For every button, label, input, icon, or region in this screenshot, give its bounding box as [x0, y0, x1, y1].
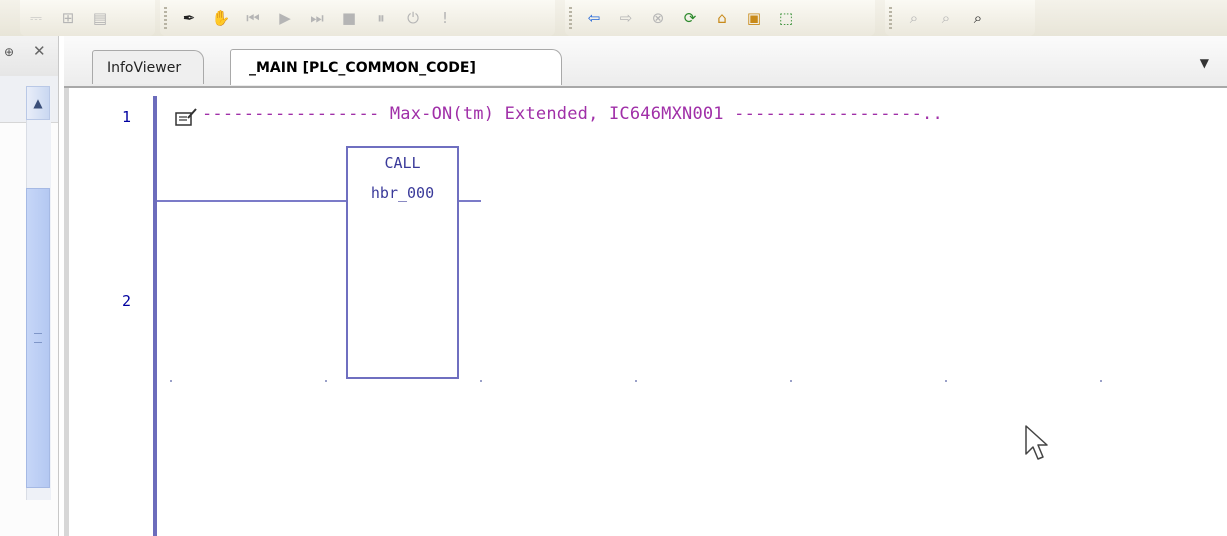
refresh-icon[interactable]: ⟳ [679, 7, 701, 29]
toolbar-grip[interactable] [164, 7, 167, 29]
close-icon[interactable]: ✕ [33, 42, 46, 60]
find-next-icon[interactable]: ⌕ [935, 7, 957, 29]
toolbar-group-run: ✒ ✋ ⏮ ▶ ⏭ ■ ⏸ ⏻ ! [160, 0, 555, 36]
tab-main[interactable]: _MAIN [PLC_COMMON_CODE] [230, 49, 562, 85]
toolbar-grip[interactable] [889, 7, 892, 29]
rewind-icon[interactable]: ⏮ [242, 7, 264, 29]
toolbar-group-edit: ⎓ ⊞ ▤ [20, 0, 155, 36]
play-icon[interactable]: ▶ [274, 7, 296, 29]
exclaim-icon[interactable]: ! [434, 7, 456, 29]
cancel-icon[interactable]: ⊗ [647, 7, 669, 29]
pin-icon[interactable]: ⊕ [4, 45, 14, 59]
stop-icon[interactable]: ■ [338, 7, 360, 29]
left-power-rail [153, 96, 157, 536]
new-rung-icon[interactable]: ⎓ [25, 7, 47, 29]
comment-icon[interactable] [175, 108, 197, 128]
grid-dot [325, 380, 327, 382]
rung-comment[interactable]: ----------------- Max-ON(tm) Extended, I… [202, 104, 943, 124]
toolbar-group-find: ⌕ ⌕ ⌕ [885, 0, 1035, 36]
thumb-grip [34, 333, 42, 343]
toolbar-group-nav: ⇦ ⇨ ⊗ ⟳ ⌂ ▣ ⬚ [565, 0, 875, 36]
grid-dot [1100, 380, 1102, 382]
find-replace-icon[interactable]: ⌕ [967, 7, 989, 29]
home-icon[interactable]: ⌂ [711, 7, 733, 29]
scroll-up-button[interactable]: ▲ [26, 86, 50, 120]
chevron-up-icon: ▲ [33, 96, 43, 110]
call-block-name: hbr_000 [370, 184, 435, 202]
tab-label: InfoViewer [107, 59, 182, 76]
toolbar-grip[interactable] [569, 7, 572, 29]
module-icon[interactable]: ▣ [743, 7, 765, 29]
grid-dot [635, 380, 637, 382]
grid-dot [945, 380, 947, 382]
rung-wire-right [459, 200, 481, 202]
wand-icon[interactable]: ✒ [178, 7, 200, 29]
scrollbar-thumb[interactable] [26, 188, 50, 488]
back-arrow-icon[interactable]: ⇦ [583, 7, 605, 29]
power-icon[interactable]: ⏻ [402, 7, 424, 29]
call-block[interactable]: CALL hbr_000 [346, 146, 459, 379]
document-tab-strip: InfoViewer _MAIN [PLC_COMMON_CODE] ▼ [64, 36, 1227, 88]
grid-dot [480, 380, 482, 382]
pause-icon[interactable]: ⏸ [370, 7, 392, 29]
insert-icon[interactable]: ⊞ [57, 7, 79, 29]
hand-icon[interactable]: ✋ [210, 7, 232, 29]
tab-list-dropdown-icon[interactable]: ▼ [1200, 56, 1209, 70]
step-icon[interactable]: ⏭ [306, 7, 328, 29]
tab-label: _MAIN [PLC_COMMON_CODE] [249, 59, 476, 76]
main-toolbar: ⎓ ⊞ ▤ ✒ ✋ ⏮ ▶ ⏭ ■ ⏸ ⏻ ! ⇦ ⇨ ⊗ ⟳ ⌂ ▣ ⬚ ⌕ … [0, 0, 1227, 36]
chart-icon[interactable]: ⬚ [775, 7, 797, 29]
rung-number: 2 [122, 292, 132, 310]
mouse-cursor-icon [1025, 425, 1048, 460]
panel-header: ⊕ ✕ [0, 36, 58, 77]
call-label: CALL [384, 154, 421, 172]
grid-dot [790, 380, 792, 382]
rung-number: 1 [122, 108, 132, 126]
find-icon[interactable]: ⌕ [903, 7, 925, 29]
forward-arrow-icon[interactable]: ⇨ [615, 7, 637, 29]
tab-infoviewer[interactable]: InfoViewer [92, 50, 204, 84]
rung-wire-left [157, 200, 346, 202]
table-icon[interactable]: ▤ [89, 7, 111, 29]
ladder-editor[interactable] [64, 88, 1227, 536]
grid-dot [170, 380, 172, 382]
